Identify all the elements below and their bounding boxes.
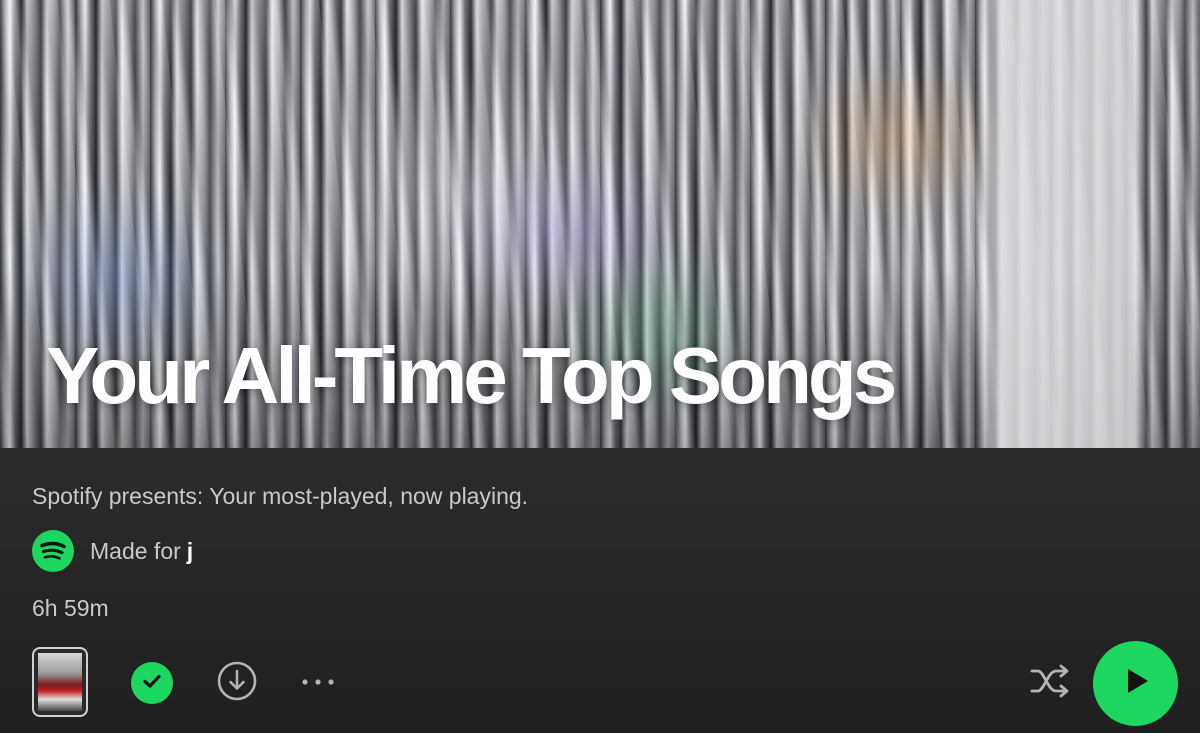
saved-to-library-button[interactable]: [131, 662, 173, 704]
made-for-label: Made for: [90, 537, 181, 564]
made-for-row: Made for j: [32, 530, 193, 572]
spotify-logo-icon: [32, 530, 74, 572]
more-icon: [296, 674, 340, 692]
download-button[interactable]: [216, 660, 258, 707]
playlist-preview-thumbnail[interactable]: [32, 647, 88, 717]
play-button[interactable]: [1093, 641, 1178, 726]
playlist-cover-image: Your All-Time Top Songs: [0, 0, 1200, 448]
playlist-info: Spotify presents: Your most-played, now …: [0, 448, 1200, 733]
playlist-page: Your All-Time Top Songs Spotify presents…: [0, 0, 1200, 733]
shuffle-icon: [1028, 660, 1074, 707]
album-art-thumbnail: [38, 653, 82, 711]
check-icon: [140, 669, 164, 698]
playlist-duration: 6h 59m: [32, 595, 109, 621]
playlist-title: Your All-Time Top Songs: [46, 331, 897, 420]
download-icon: [216, 660, 258, 707]
more-options-button[interactable]: [296, 668, 340, 698]
shuffle-button[interactable]: [1028, 662, 1074, 704]
playlist-description: Spotify presents: Your most-played, now …: [32, 483, 529, 509]
made-for-user-link[interactable]: j: [187, 538, 193, 565]
play-icon: [1119, 664, 1153, 703]
